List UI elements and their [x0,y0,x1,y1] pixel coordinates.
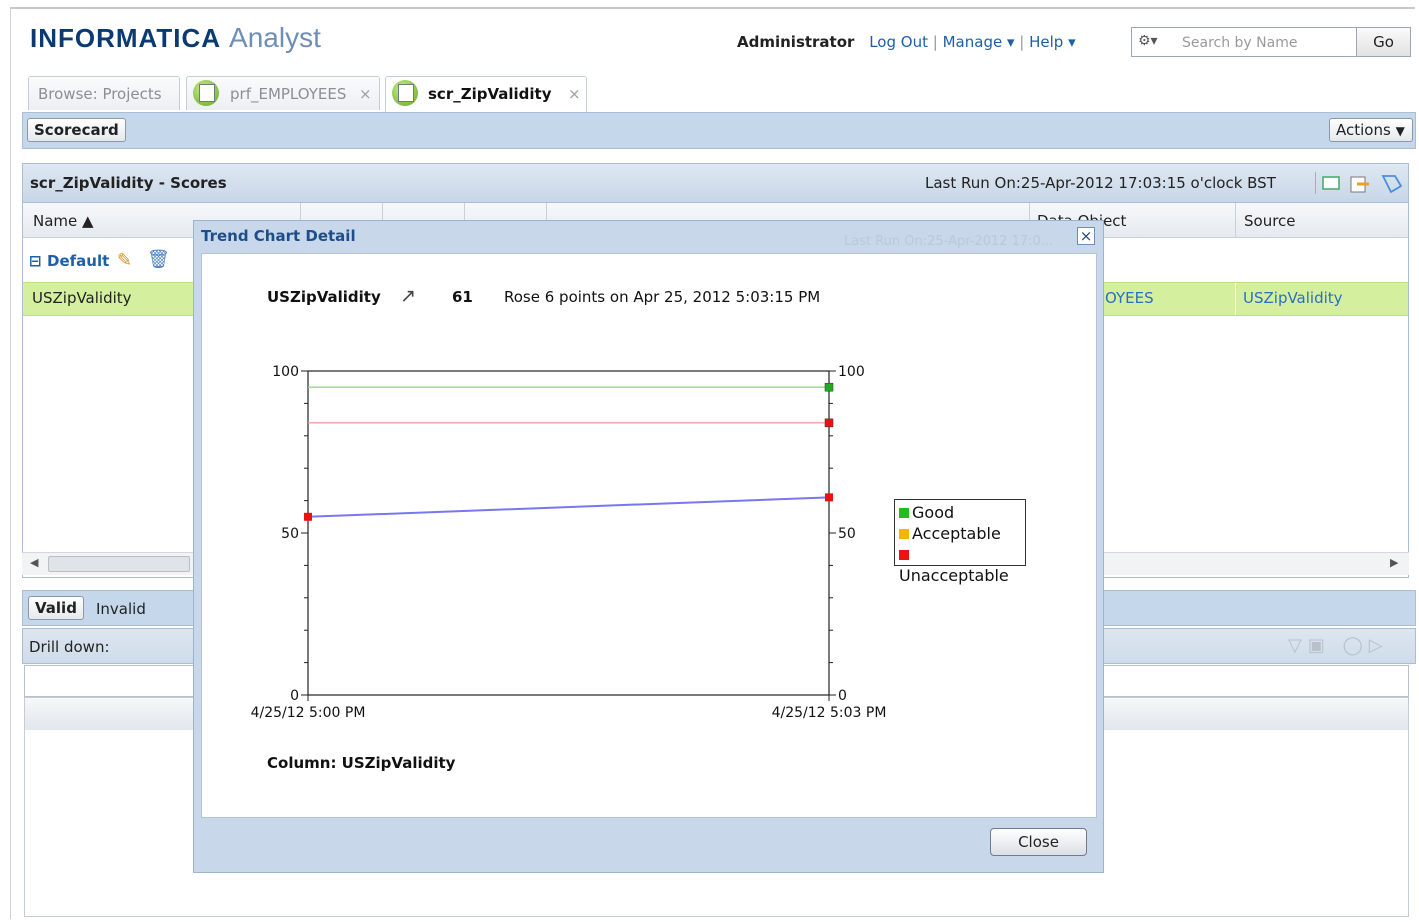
tab-scr-zipvalidity[interactable]: scr_ZipValidity × [385,76,587,112]
product-name: Analyst [229,22,321,53]
tab-label: prf_EMPLOYEES [230,85,347,103]
user-bar: Administrator Log Out | Manage ▾ | Help … [737,33,1076,51]
group-collapse-icon[interactable]: ⊟ [29,252,42,270]
help-menu[interactable]: Help ▾ [1029,33,1076,51]
scorecard-icon [392,80,418,106]
data-point [824,418,834,428]
divider: | [932,33,938,51]
legend-item-unacceptable: Unacceptable [899,544,1021,586]
trend-chart-dialog: Trend Chart Detail Last Run On:25-Apr-20… [193,220,1104,873]
manage-menu[interactable]: Manage ▾ [943,33,1015,51]
search-type-dropdown-icon[interactable]: ⚙▾ [1138,33,1158,49]
close-icon[interactable]: × [1077,227,1095,245]
drill-filter-icons[interactable]: ▽▣ ◯▷ [1288,635,1389,656]
dialog-title: Trend Chart Detail [201,227,356,245]
profile-icon [193,80,219,106]
y-tick-label-left: 50 [281,526,299,542]
chevron-down-icon: ▼ [1395,124,1405,138]
close-tab-icon[interactable]: × [359,85,372,103]
legend-swatch [899,529,909,539]
data-point [825,493,833,502]
group-label[interactable]: Default [47,252,109,270]
edit-icon[interactable]: ✎ [117,250,132,271]
series-line [307,496,830,518]
scroll-right-icon[interactable]: ▶ [1390,556,1398,569]
tab-invalid[interactable]: Invalid [96,600,146,618]
chart-legend: Good Acceptable Unacceptable [894,499,1026,585]
col-source[interactable]: Source [1244,212,1296,230]
user-name: Administrator [737,33,855,51]
legend-item-good: Good [899,502,1021,523]
tab-prf-employees[interactable]: prf_EMPLOYEES × [186,76,380,110]
y-tick-label-right: 50 [838,526,856,542]
actions-label: Actions [1336,121,1391,139]
x-tick-label: 4/25/12 5:03 PM [772,705,887,721]
row-data-object[interactable]: OYEES [1105,289,1154,307]
data-point [824,382,834,392]
search-box: ⚙▾ Search by Name Go [1131,27,1411,57]
logout-link[interactable]: Log Out [869,33,928,51]
last-run-text: Last Run On:25-Apr-2012 17:03:15 o'clock… [925,174,1276,192]
legend-label: Unacceptable [899,566,1009,585]
tab-valid[interactable]: Valid [28,596,84,620]
legend-label: Good [912,503,955,522]
dialog-ghost-text: Last Run On:25-Apr-2012 17:0... [844,234,1054,249]
row-name: USZipValidity [32,289,132,307]
dialog-body: USZipValidity ↗ 61 Rose 6 points on Apr … [201,253,1097,818]
scroll-left-icon[interactable]: ◀ [30,556,38,569]
scores-title-bar: scr_ZipValidity - Scores Last Run On:25-… [23,164,1408,203]
divider: | [1019,33,1025,51]
legend-swatch [899,508,909,518]
legend-swatch [899,550,909,560]
tab-label: Browse: Projects [38,85,162,103]
go-button[interactable]: Go [1356,28,1410,56]
y-tick-label-right: 0 [838,688,847,704]
legend-label: Acceptable [912,524,1001,543]
row-source[interactable]: USZipValidity [1243,289,1343,307]
scorecard-button[interactable]: Scorecard [27,118,126,142]
panel-action-icons[interactable] [1315,172,1407,196]
scores-title: scr_ZipValidity - Scores [30,174,227,192]
actions-menu[interactable]: Actions ▼ [1329,118,1413,142]
plot-frame [307,370,830,696]
tab-browse-projects[interactable]: Browse: Projects [28,76,180,110]
brand-name: INFORMATICA [30,23,222,53]
close-tab-icon[interactable]: × [568,85,581,103]
y-tick-label-left: 0 [290,688,299,704]
app-logo: INFORMATICA Analyst [30,22,321,54]
delete-icon[interactable]: 🗑 [147,249,170,270]
legend-item-acceptable: Acceptable [899,523,1021,544]
data-point [304,512,312,521]
y-tick-label-left: 100 [272,364,299,380]
scrollbar-thumb[interactable] [48,556,190,572]
toolbar: Scorecard Actions ▼ [22,112,1416,149]
tab-label: scr_ZipValidity [428,85,552,103]
column-label: Column: USZipValidity [267,754,456,772]
search-input[interactable]: Search by Name [1182,35,1297,51]
x-tick-label: 4/25/12 5:00 PM [251,705,366,721]
drill-down-label: Drill down: [29,638,110,656]
y-tick-label-right: 100 [838,364,865,380]
close-button[interactable]: Close [990,828,1087,856]
col-name[interactable]: Name ▲ [33,212,94,230]
